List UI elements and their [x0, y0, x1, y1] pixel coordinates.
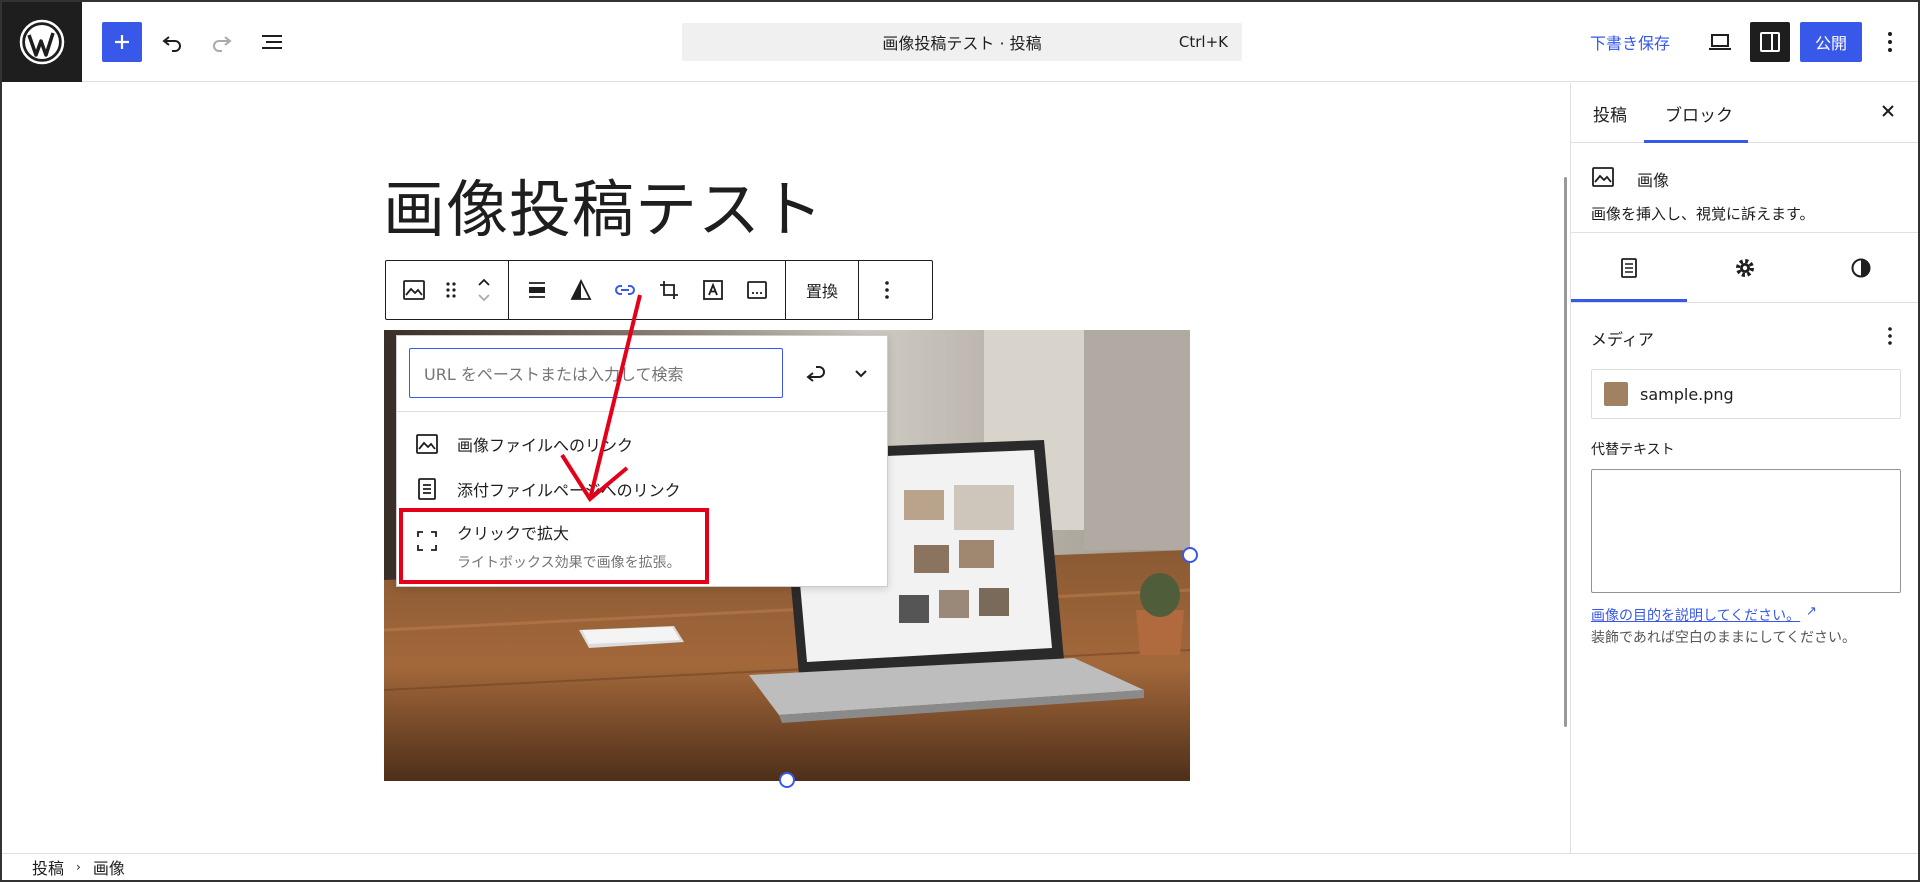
close-icon [1882, 105, 1894, 117]
media-file-name: sample.png [1640, 384, 1734, 404]
block-card: 画像 画像を挿入し、視覚に訴えます。 [1571, 143, 1918, 233]
add-block-button[interactable] [102, 22, 142, 62]
redo-button[interactable] [202, 22, 242, 62]
alt-text-textarea[interactable] [1591, 469, 1901, 593]
plus-icon [115, 35, 129, 49]
more-vertical-icon [1888, 327, 1892, 345]
settings-toggle-button[interactable] [1750, 22, 1790, 62]
breadcrumb: 投稿 › 画像 [2, 853, 1918, 880]
active-subtab-indicator [1571, 299, 1687, 302]
command-palette-bar[interactable]: 画像投稿テスト · 投稿 Ctrl+K [682, 23, 1242, 61]
alt-text-label: 代替テキスト [1591, 442, 1675, 458]
options-menu-button[interactable] [1870, 22, 1910, 62]
block-card-title: 画像 [1637, 171, 1670, 190]
tab-settings-advanced[interactable] [1687, 233, 1803, 303]
preview-button[interactable] [1700, 22, 1740, 62]
breadcrumb-item-image[interactable]: 画像 [93, 855, 125, 879]
breadcrumb-item-post[interactable]: 投稿 [32, 855, 64, 879]
publish-button[interactable]: 公開 [1800, 22, 1862, 62]
close-sidebar-button[interactable] [1876, 99, 1900, 123]
save-draft-button[interactable]: 下書き保存 [1590, 30, 1670, 54]
laptop-icon [1709, 34, 1731, 50]
wordpress-logo-icon[interactable] [2, 2, 82, 82]
document-title: 画像投稿テスト · 投稿 [882, 34, 1042, 53]
chevron-right-icon: › [76, 860, 81, 874]
gear-icon [1736, 259, 1754, 277]
styles-icon [1851, 258, 1871, 278]
redo-icon [213, 36, 232, 52]
document-icon [1621, 258, 1637, 278]
undo-button[interactable] [152, 22, 192, 62]
editor-header: 画像投稿テスト · 投稿 Ctrl+K 下書き保存 公開 [2, 2, 1918, 82]
tab-styles[interactable] [1803, 233, 1919, 303]
settings-sidebar: 投稿 ブロック 画像 画像を挿入し、視覚に訴えます。 メディア sample.p… [1570, 83, 1918, 853]
tab-block[interactable]: ブロック [1665, 101, 1733, 126]
media-file-item[interactable]: sample.png [1591, 369, 1901, 419]
command-shortcut: Ctrl+K [1178, 33, 1228, 51]
alt-help-text: 装飾であれば空白のままにしてください。 [1591, 630, 1857, 646]
external-link-icon: ↗ [1806, 604, 1817, 619]
more-vertical-icon [1888, 32, 1892, 52]
block-card-description: 画像を挿入し、視覚に訴えます。 [1591, 205, 1815, 223]
sidebar-tabs: 投稿 ブロック [1571, 83, 1918, 143]
tab-post[interactable]: 投稿 [1593, 101, 1627, 126]
undo-icon [162, 36, 181, 52]
document-overview-button[interactable] [252, 22, 292, 62]
editor-canvas: 画像投稿テスト 置換 URL をペーストまたは入力して検索 画像ファイルへのリン… [2, 83, 1568, 853]
sidebar-icon [1760, 32, 1780, 52]
block-inspector-tabs [1571, 233, 1918, 303]
media-section-title: メディア [1591, 330, 1654, 349]
list-view-icon [262, 35, 282, 49]
annotation-arrow [560, 294, 642, 502]
canvas-scrollbar[interactable] [1564, 177, 1567, 727]
alt-help-link[interactable]: 画像の目的を説明してください。 [1591, 605, 1800, 625]
tab-settings-general[interactable] [1571, 233, 1687, 303]
media-thumbnail [1604, 382, 1628, 406]
image-icon [1591, 165, 1615, 193]
media-options-button[interactable] [1887, 326, 1893, 350]
